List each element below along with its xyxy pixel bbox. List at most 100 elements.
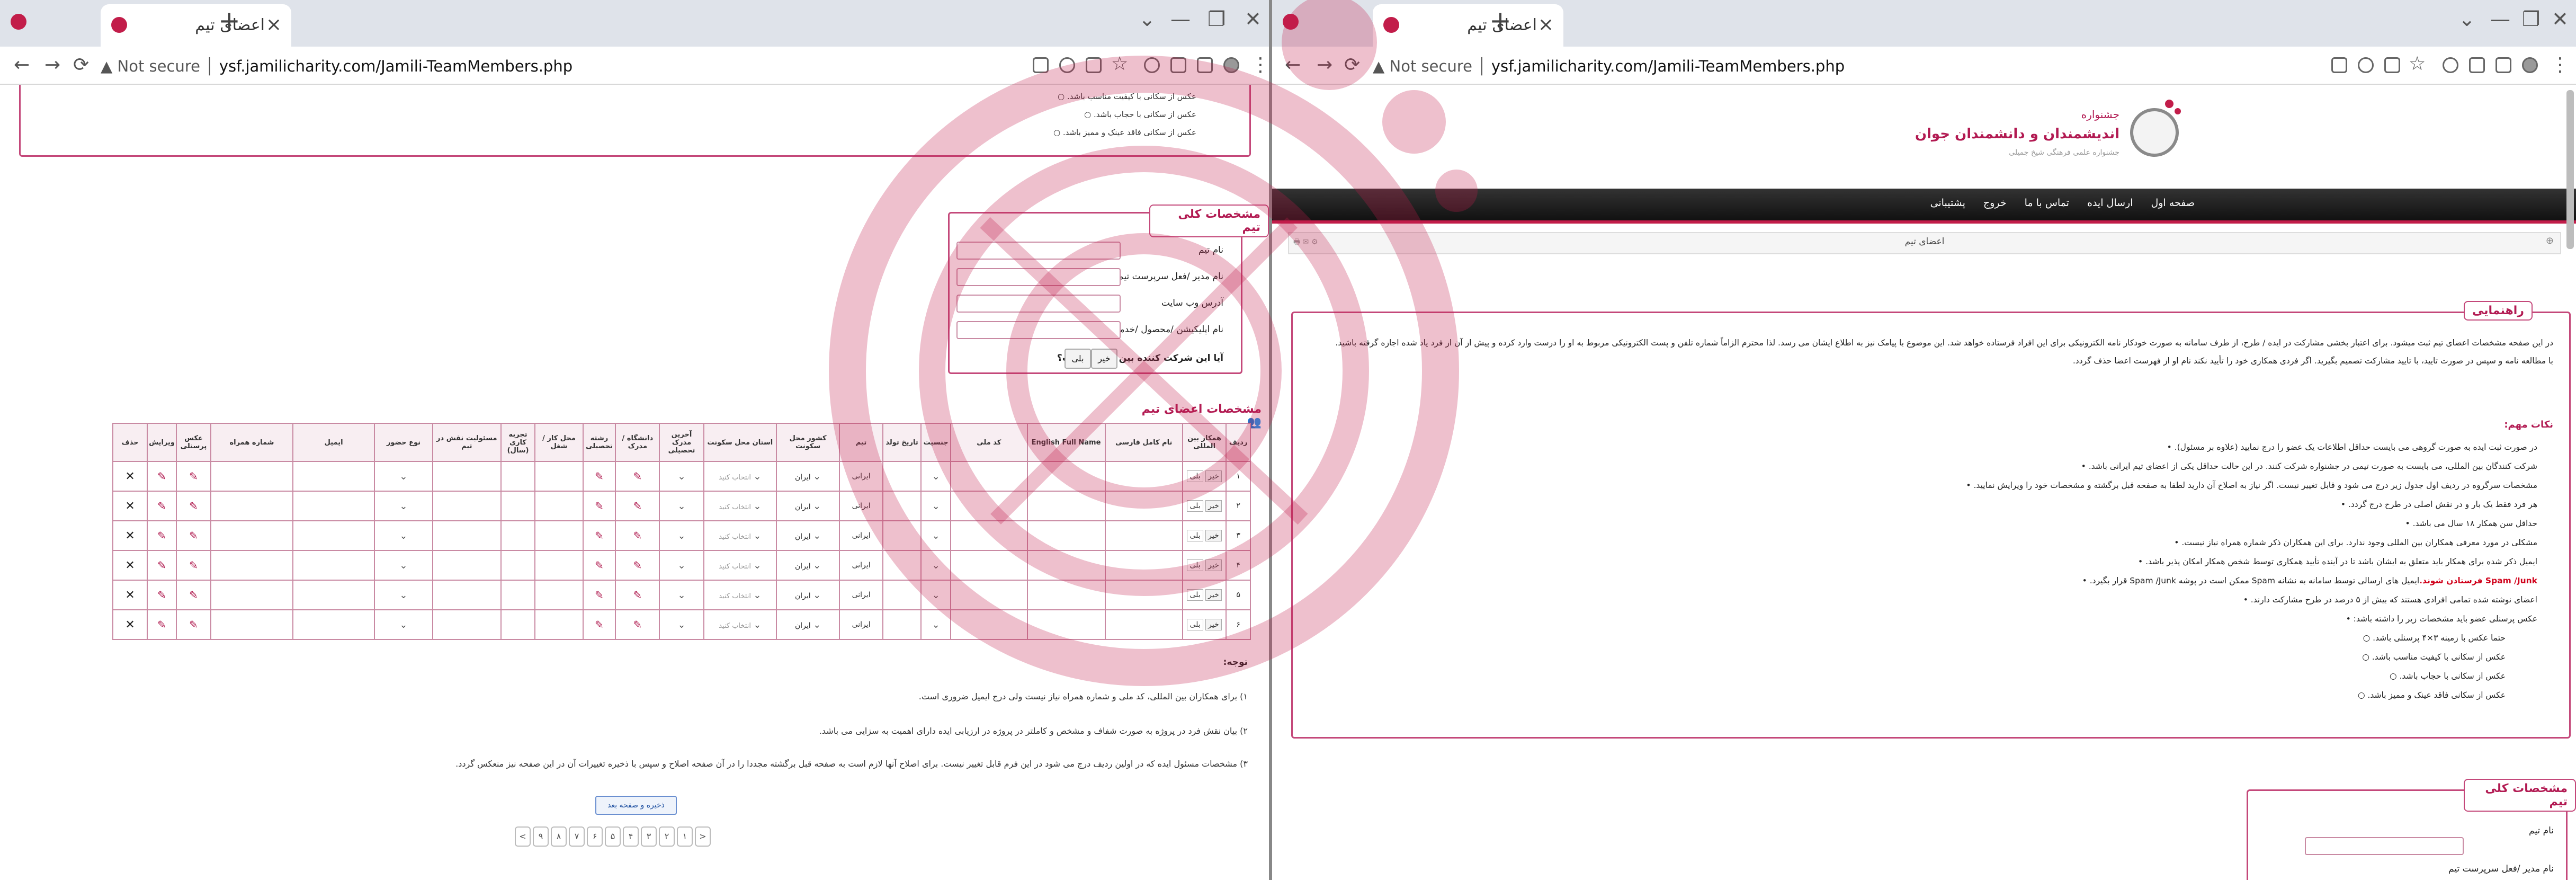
mobile-cell[interactable] — [210, 580, 293, 610]
degree-select[interactable]: ⌄ — [659, 609, 704, 640]
bookmark-star-icon[interactable]: ☆ — [1111, 53, 1128, 75]
photo-edit-icon[interactable]: ✎ — [175, 461, 211, 492]
extensions-icon[interactable] — [2469, 57, 2485, 73]
tab-search-icon[interactable]: ⌄ — [2458, 7, 2475, 31]
close-window-icon[interactable]: ✕ — [2552, 7, 2569, 31]
job-cell[interactable] — [534, 550, 584, 581]
translate-icon[interactable] — [2331, 57, 2347, 73]
back-icon[interactable]: ← — [14, 54, 30, 76]
field-edit-icon[interactable]: ✎ — [582, 520, 616, 551]
role-cell[interactable] — [432, 491, 502, 521]
national-id-cell[interactable] — [950, 609, 1028, 640]
team-select[interactable]: ایرانی — [839, 491, 883, 521]
degree-select[interactable]: ⌄ — [659, 550, 704, 581]
delete-icon[interactable]: ✕ — [112, 580, 148, 610]
right-tab-active[interactable]: اعضای تیم × — [1373, 4, 1563, 47]
province-select[interactable]: انتخاب کنید ⌄ — [703, 520, 777, 551]
country-select[interactable]: ایران ⌄ — [776, 550, 840, 581]
reload-icon[interactable]: ⟳ — [1344, 54, 1360, 76]
page-button[interactable]: ۴ — [623, 826, 639, 847]
close-window-icon[interactable]: ✕ — [1245, 7, 1262, 31]
role-cell[interactable] — [432, 550, 502, 581]
tab-close-icon[interactable]: × — [266, 14, 282, 35]
tab-search-icon[interactable]: ⌄ — [1139, 7, 1156, 31]
persian-name-cell[interactable] — [1104, 580, 1183, 610]
mobile-cell[interactable] — [210, 461, 293, 492]
university-edit-icon[interactable]: ✎ — [615, 580, 660, 610]
birthdate-cell[interactable] — [882, 461, 922, 492]
back-icon[interactable]: ← — [1285, 54, 1301, 76]
persian-name-cell[interactable] — [1104, 491, 1183, 521]
menu-kebab-icon[interactable]: ⋮ — [2551, 54, 2570, 76]
mobile-cell[interactable] — [210, 550, 293, 581]
chrome-profile-icon[interactable] — [1283, 14, 1299, 30]
experience-cell[interactable] — [500, 550, 536, 581]
delete-icon[interactable]: ✕ — [112, 550, 148, 581]
email-cell[interactable] — [292, 461, 375, 492]
province-select[interactable]: انتخاب کنید ⌄ — [703, 550, 777, 581]
english-name-cell[interactable] — [1026, 609, 1106, 640]
province-select[interactable]: انتخاب کنید ⌄ — [703, 580, 777, 610]
birthdate-cell[interactable] — [882, 550, 922, 581]
field-edit-icon[interactable]: ✎ — [582, 550, 616, 581]
page-button[interactable]: ۲ — [659, 826, 675, 847]
country-select[interactable]: ایران ⌄ — [776, 609, 840, 640]
university-edit-icon[interactable]: ✎ — [615, 491, 660, 521]
maximize-icon[interactable]: ❐ — [2522, 7, 2540, 31]
national-id-cell[interactable] — [950, 580, 1028, 610]
national-id-cell[interactable] — [950, 520, 1028, 551]
english-name-cell[interactable] — [1026, 491, 1106, 521]
translate-icon[interactable] — [1033, 57, 1049, 73]
presence-select[interactable]: ⌄ — [374, 491, 433, 521]
role-cell[interactable] — [432, 461, 502, 492]
field-edit-icon[interactable]: ✎ — [582, 609, 616, 640]
field-edit-icon[interactable]: ✎ — [582, 461, 616, 492]
team-select[interactable]: ایرانی — [839, 609, 883, 640]
country-select[interactable]: ایران ⌄ — [776, 520, 840, 551]
experience-cell[interactable] — [500, 609, 536, 640]
avatar[interactable] — [1223, 57, 1239, 73]
persian-name-cell[interactable] — [1104, 461, 1183, 492]
university-edit-icon[interactable]: ✎ — [615, 520, 660, 551]
university-edit-icon[interactable]: ✎ — [615, 550, 660, 581]
english-name-cell[interactable] — [1026, 580, 1106, 610]
edit-icon[interactable]: ✎ — [147, 491, 177, 521]
degree-select[interactable]: ⌄ — [659, 520, 704, 551]
menu-logout[interactable]: خروج — [1983, 197, 2007, 209]
international-no-button[interactable]: خیر — [1091, 349, 1117, 369]
address-bar[interactable]: ▲ Not secure │ ysf.jamilicharity.com/Jam… — [101, 57, 573, 75]
gender-select[interactable]: ⌄ — [920, 461, 951, 492]
gender-select[interactable]: ⌄ — [920, 550, 951, 581]
team-name-input[interactable] — [956, 242, 1121, 260]
page-button[interactable]: ۵ — [605, 826, 621, 847]
team-select[interactable]: ایرانی — [839, 520, 883, 551]
experience-cell[interactable] — [500, 461, 536, 492]
reload-icon[interactable]: ⟳ — [73, 54, 89, 76]
national-id-cell[interactable] — [950, 550, 1028, 581]
university-edit-icon[interactable]: ✎ — [615, 609, 660, 640]
chrome-profile-icon[interactable] — [11, 14, 26, 30]
photo-edit-icon[interactable]: ✎ — [175, 580, 211, 610]
job-cell[interactable] — [534, 609, 584, 640]
new-tab-icon[interactable]: + — [218, 5, 240, 36]
zoom-icon[interactable] — [2358, 57, 2374, 73]
team-name-input[interactable] — [2305, 837, 2464, 855]
international-toggle[interactable]: خیر بلی — [1182, 461, 1227, 492]
email-cell[interactable] — [292, 580, 375, 610]
page-button[interactable]: ۷ — [569, 826, 585, 847]
country-select[interactable]: ایران ⌄ — [776, 491, 840, 521]
page-button[interactable]: < — [695, 826, 711, 847]
presence-select[interactable]: ⌄ — [374, 461, 433, 492]
presence-select[interactable]: ⌄ — [374, 520, 433, 551]
email-cell[interactable] — [292, 520, 375, 551]
delete-icon[interactable]: ✕ — [112, 461, 148, 492]
minimize-icon[interactable]: — — [1170, 7, 1191, 31]
role-cell[interactable] — [432, 520, 502, 551]
english-name-cell[interactable] — [1026, 520, 1106, 551]
international-toggle[interactable]: خیر بلی — [1182, 609, 1227, 640]
experience-cell[interactable] — [500, 520, 536, 551]
edit-icon[interactable]: ✎ — [147, 461, 177, 492]
english-name-cell[interactable] — [1026, 550, 1106, 581]
edit-icon[interactable]: ✎ — [147, 609, 177, 640]
tab-close-icon[interactable]: × — [1538, 14, 1554, 35]
